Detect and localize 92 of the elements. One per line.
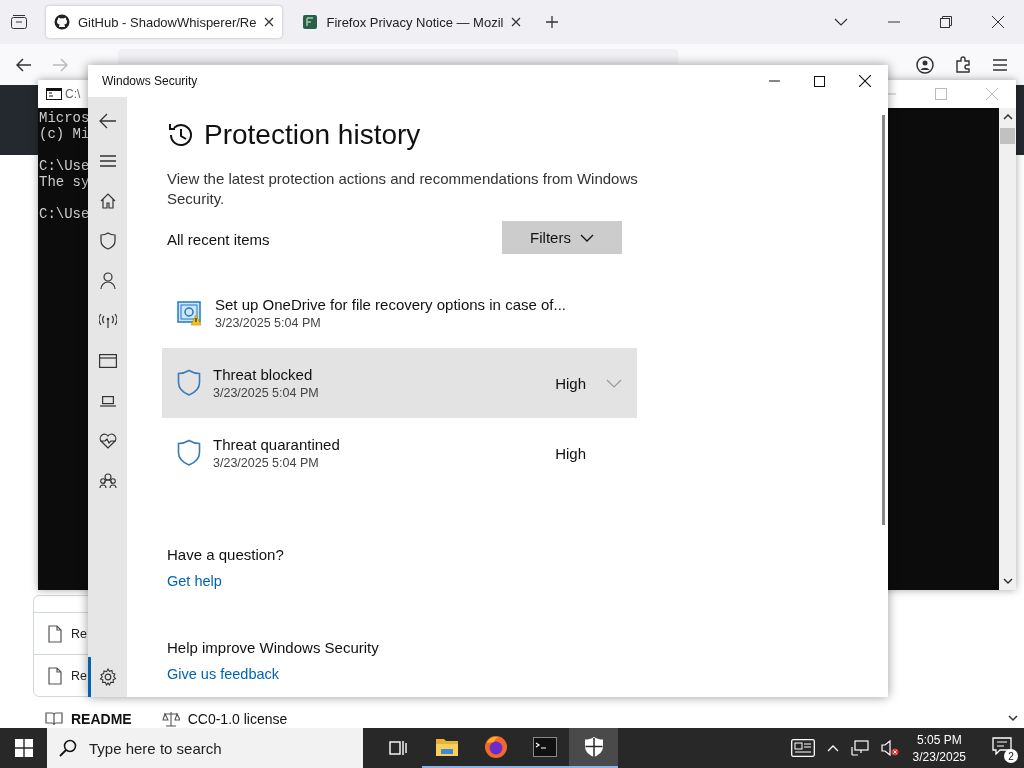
clock-time: 5:05 PM bbox=[916, 732, 962, 747]
search-icon bbox=[59, 739, 77, 757]
close-icon[interactable] bbox=[992, 16, 1004, 28]
shield-icon bbox=[177, 439, 201, 467]
news-icon[interactable] bbox=[790, 739, 815, 757]
task-view-icon bbox=[388, 739, 407, 757]
scale-icon bbox=[161, 711, 180, 727]
antenna-icon bbox=[98, 313, 117, 329]
family-icon bbox=[98, 473, 117, 489]
page-description: View the latest protection actions and recommendations from Windows Security. bbox=[167, 169, 639, 209]
close-icon[interactable] bbox=[859, 75, 871, 87]
file-name[interactable]: Re bbox=[71, 668, 87, 683]
section-heading: Help improve Windows Security bbox=[167, 639, 379, 656]
new-tab-icon[interactable] bbox=[545, 15, 560, 29]
shield-icon bbox=[99, 232, 116, 250]
terminal-icon bbox=[532, 737, 557, 757]
folder-icon bbox=[434, 737, 459, 757]
browser-tab[interactable]: GitHub - ShadowWhisperer/Re bbox=[46, 6, 283, 38]
book-icon bbox=[45, 712, 63, 726]
scrollbar-thumb[interactable] bbox=[1000, 128, 1015, 144]
console-icon bbox=[46, 88, 62, 100]
feedback-link[interactable]: Give us feedback bbox=[167, 666, 280, 682]
scrollbar[interactable] bbox=[882, 115, 885, 525]
history-icon bbox=[167, 121, 195, 149]
item-title: Threat quarantined bbox=[213, 436, 340, 453]
heart-icon bbox=[98, 433, 117, 449]
browser-tab[interactable]: Firefox Privacy Notice — Mozil bbox=[294, 6, 530, 38]
laptop-icon bbox=[99, 395, 116, 407]
console-line: C:\Use bbox=[39, 158, 90, 174]
firefox-icon bbox=[483, 735, 508, 759]
notification-badge: 2 bbox=[1004, 749, 1018, 763]
item-title: Threat blocked bbox=[213, 366, 313, 383]
item-time: 3/23/2025 5:04 PM bbox=[215, 316, 321, 330]
history-item[interactable]: Threat blocked 3/23/2025 5:04 PM High bbox=[162, 348, 637, 418]
history-item[interactable]: Threat quarantined 3/23/2025 5:04 PM High bbox=[162, 418, 637, 488]
scroll-up-icon[interactable] bbox=[1002, 113, 1013, 120]
maximize-icon[interactable] bbox=[814, 75, 825, 87]
console-line: C:\Use bbox=[39, 206, 90, 222]
shield-icon bbox=[177, 369, 201, 397]
browser-icon bbox=[98, 354, 117, 368]
filters-button[interactable]: Filters bbox=[502, 221, 622, 254]
get-help-link[interactable]: Get help bbox=[167, 573, 222, 589]
section-heading: Have a question? bbox=[167, 546, 284, 563]
license-tab[interactable]: CC0-1.0 license bbox=[187, 711, 288, 727]
readme-tab[interactable]: README bbox=[71, 711, 132, 727]
taskbar-app[interactable] bbox=[569, 728, 618, 768]
severity-label: High bbox=[555, 444, 586, 462]
window-title: C:\ bbox=[65, 87, 81, 101]
search-bar[interactable]: Type here to search bbox=[47, 728, 363, 768]
severity-label: High bbox=[555, 374, 586, 392]
restore-icon[interactable] bbox=[940, 16, 952, 28]
scroll-down-icon[interactable] bbox=[1002, 578, 1013, 585]
menu-icon[interactable] bbox=[992, 57, 1008, 72]
window-title: Windows Security bbox=[102, 74, 198, 88]
clock[interactable]: 5:05 PM 3/23/2025 bbox=[912, 732, 966, 764]
console-line: (c) Mi bbox=[39, 126, 90, 142]
home-icon bbox=[99, 193, 116, 209]
close-icon[interactable] bbox=[264, 17, 275, 27]
profile-icon[interactable] bbox=[916, 55, 934, 74]
chevron-up-icon[interactable] bbox=[826, 744, 839, 752]
chevron-down-icon[interactable] bbox=[834, 17, 848, 27]
close-icon[interactable] bbox=[511, 17, 522, 27]
person-icon bbox=[99, 272, 116, 290]
item-time: 3/23/2025 5:04 PM bbox=[213, 386, 319, 400]
document-icon bbox=[302, 14, 319, 30]
console-line: The sy bbox=[39, 174, 90, 190]
scroll-down-icon[interactable] bbox=[1008, 715, 1018, 722]
file-icon bbox=[48, 666, 62, 685]
network-icon[interactable] bbox=[850, 740, 869, 756]
volume-muted-icon[interactable] bbox=[880, 740, 899, 756]
list-label: All recent items bbox=[167, 231, 270, 248]
windows-start-icon[interactable] bbox=[15, 739, 33, 757]
file-icon bbox=[48, 624, 62, 643]
chevron-down-icon bbox=[579, 233, 594, 242]
shield-icon bbox=[583, 736, 604, 758]
back-arrow-icon[interactable] bbox=[16, 57, 32, 72]
github-icon bbox=[54, 14, 70, 30]
scrollbar[interactable] bbox=[999, 108, 1016, 590]
menu-icon bbox=[99, 155, 116, 167]
folder-warning-icon bbox=[177, 300, 203, 326]
item-time: 3/23/2025 5:04 PM bbox=[213, 456, 319, 470]
search-field[interactable]: Type here to search bbox=[87, 738, 351, 758]
puzzle-icon[interactable] bbox=[954, 55, 972, 74]
console-line: Micros bbox=[39, 110, 90, 126]
file-name[interactable]: Re bbox=[71, 626, 87, 641]
history-item[interactable]: Set up OneDrive for file recovery options in case of... 3/23/2025 5:04 PM bbox=[162, 278, 637, 348]
back-arrow-icon bbox=[98, 113, 117, 129]
clock-date: 3/23/2025 bbox=[912, 749, 966, 764]
page-heading: Protection history bbox=[204, 119, 421, 151]
tab-list-icon[interactable] bbox=[10, 14, 28, 30]
settings-icon bbox=[98, 668, 117, 686]
item-title: Set up OneDrive for file recovery options in case of... bbox=[215, 296, 566, 313]
